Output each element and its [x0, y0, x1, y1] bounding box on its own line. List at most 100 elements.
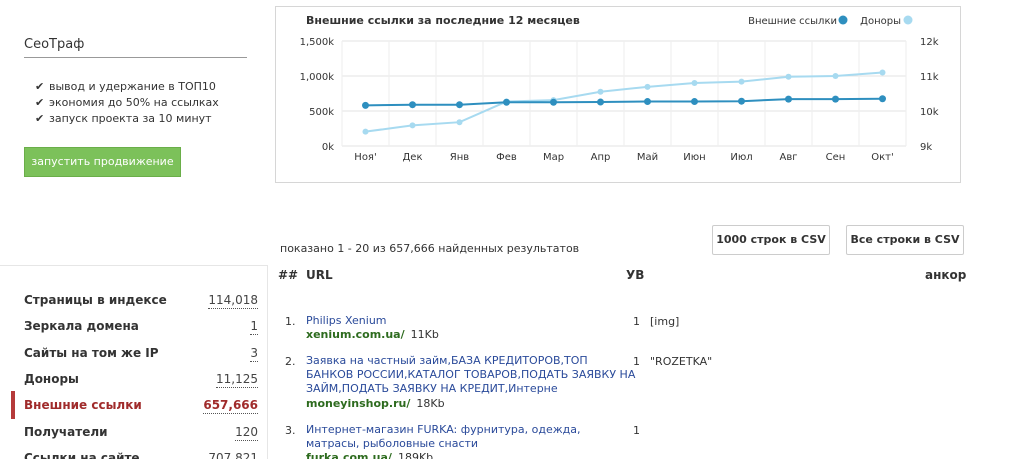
result-domain-row: furka.com.ua/189Kb: [306, 451, 433, 459]
result-title-line[interactable]: матрасы, рыболовные снасти: [306, 437, 580, 451]
result-title-link[interactable]: Philips Xenium: [306, 314, 387, 328]
data-point-external-links[interactable]: [597, 98, 604, 106]
result-title-link[interactable]: Заявка на частный займ,БАЗА КРЕДИТОРОВ,Т…: [306, 354, 635, 396]
export-1000-csv-button[interactable]: 1000 строк в CSV: [712, 225, 830, 255]
stat-external-links[interactable]: Внешние ссылки 657,666: [24, 398, 258, 418]
stat-donors[interactable]: Доноры 11,125: [24, 372, 258, 392]
stat-label[interactable]: Ссылки на сайте: [24, 451, 140, 459]
column-header-url[interactable]: URL: [306, 268, 333, 282]
result-domain-row: xenium.com.ua/11Kb: [306, 328, 439, 341]
y-right-tick-label: 10k: [920, 107, 939, 118]
stat-label[interactable]: Зеркала домена: [24, 319, 139, 333]
data-point-external-links[interactable]: [691, 98, 698, 106]
promo-title: СеоТраф: [24, 37, 85, 52]
stat-value[interactable]: 11,125: [216, 372, 258, 388]
data-point-donors[interactable]: [879, 69, 886, 76]
stat-pages-in-index[interactable]: Страницы в индексе 114,018: [24, 293, 258, 313]
data-point-donors[interactable]: [644, 83, 651, 90]
promo-feature-text: вывод и удержание в ТОП10: [49, 80, 216, 93]
result-domain-link[interactable]: moneyinshop.ru/: [306, 397, 410, 410]
stat-label[interactable]: Сайты на том же IP: [24, 346, 159, 360]
row-number: 3.: [285, 424, 296, 437]
stat-label[interactable]: Получатели: [24, 425, 108, 439]
data-point-external-links[interactable]: [550, 98, 557, 106]
results-count: показано 1 - 20 из 657,666 найденных рез…: [280, 242, 580, 255]
y-right-tick-label: 9k: [920, 142, 932, 153]
column-header-num: ##: [278, 268, 299, 282]
stat-label[interactable]: Внешние ссылки: [24, 398, 142, 412]
active-indicator: [11, 391, 15, 419]
y-right-tick-label: 12k: [920, 37, 939, 48]
column-header-uv[interactable]: УВ: [626, 268, 644, 282]
export-all-csv-button[interactable]: Все строки в CSV: [846, 225, 964, 255]
promo-feature-text: запуск проекта за 10 минут: [49, 112, 212, 125]
start-promotion-button[interactable]: запустить продвижение: [24, 147, 181, 177]
stat-value[interactable]: 707,821: [208, 451, 258, 459]
x-tick-label: Апр: [591, 152, 611, 163]
result-title-link[interactable]: Интернет-магазин FURKA: фурнитура, одежд…: [306, 423, 580, 451]
row-number: 1.: [285, 315, 296, 328]
legend-label-donors[interactable]: Доноры: [860, 16, 901, 27]
x-tick-label: Окт': [871, 152, 894, 163]
stat-label[interactable]: Страницы в индексе: [24, 293, 167, 307]
stat-domain-mirrors[interactable]: Зеркала домена 1: [24, 319, 258, 339]
data-point-external-links[interactable]: [503, 98, 510, 106]
result-title-line[interactable]: ЗАЙМ,ПОДАТЬ ЗАЯВКУ НА КРЕДИТ,Интерне: [306, 382, 635, 396]
y-left-tick-label: 500k: [309, 107, 334, 118]
data-point-external-links[interactable]: [832, 95, 839, 103]
x-tick-label: Авг: [780, 152, 798, 163]
data-point-external-links[interactable]: [785, 95, 792, 103]
chart-legend[interactable]: Внешние ссылки Доноры: [748, 15, 913, 28]
result-uv: 1: [633, 315, 640, 328]
data-point-donors[interactable]: [456, 119, 463, 126]
data-point-external-links[interactable]: [879, 95, 886, 103]
data-point-donors[interactable]: [785, 73, 792, 80]
checkmark-icon: ✔: [35, 112, 45, 125]
result-size: 11Kb: [410, 328, 439, 341]
promo-divider: [24, 57, 247, 58]
stat-value[interactable]: 3: [250, 346, 258, 362]
backlinks-chart: Внешние ссылки за последние 12 месяцев В…: [300, 14, 939, 163]
result-title-line[interactable]: Заявка на частный займ,БАЗА КРЕДИТОРОВ,Т…: [306, 354, 635, 368]
data-point-donors[interactable]: [597, 88, 604, 95]
data-point-external-links[interactable]: [738, 97, 745, 105]
legend-marker-donors: [903, 15, 913, 25]
promo-feature-text: экономия до 50% на ссылках: [49, 96, 219, 109]
column-header-anchor: анкор: [925, 268, 967, 282]
data-point-donors[interactable]: [691, 80, 698, 86]
result-domain-link[interactable]: xenium.com.ua/: [306, 328, 405, 341]
stat-recipients[interactable]: Получатели 120: [24, 425, 258, 445]
data-point-external-links[interactable]: [362, 101, 369, 109]
result-title-line[interactable]: Philips Xenium: [306, 314, 387, 328]
stat-same-ip-sites[interactable]: Сайты на том же IP 3: [24, 346, 258, 366]
result-anchor: "ROZETKA": [650, 355, 713, 368]
data-point-external-links[interactable]: [456, 101, 463, 109]
chart-panel: Внешние ссылки за последние 12 месяцев В…: [275, 6, 961, 183]
x-tick-label: Сен: [826, 152, 846, 163]
result-domain-row: moneyinshop.ru/18Kb: [306, 397, 445, 410]
data-point-external-links[interactable]: [409, 101, 416, 109]
stat-label[interactable]: Доноры: [24, 372, 79, 386]
stat-value[interactable]: 114,018: [208, 293, 258, 309]
data-point-donors[interactable]: [738, 78, 745, 85]
y-left-tick-label: 1,000k: [300, 72, 335, 83]
stat-links-on-site[interactable]: Ссылки на сайте 707,821: [24, 451, 258, 459]
result-domain-link[interactable]: furka.com.ua/: [306, 451, 392, 459]
data-point-donors[interactable]: [409, 122, 416, 129]
result-title-line[interactable]: Интернет-магазин FURKA: фурнитура, одежд…: [306, 423, 580, 437]
result-title-line[interactable]: БАНКОВ РОССИИ,КАТАЛОГ ТОВАРОВ,ПОДАТЬ ЗАЯ…: [306, 368, 635, 382]
data-point-donors[interactable]: [362, 128, 369, 135]
legend-label-external-links[interactable]: Внешние ссылки: [748, 16, 837, 27]
promo-feature: ✔ экономия до 50% на ссылках: [35, 96, 219, 109]
stat-value[interactable]: 657,666: [203, 398, 258, 414]
stat-value[interactable]: 120: [235, 425, 258, 441]
x-tick-label: Ноя': [354, 152, 376, 163]
y-left-tick-label: 0k: [322, 142, 334, 153]
checkmark-icon: ✔: [35, 80, 45, 93]
x-tick-label: Дек: [402, 152, 422, 163]
data-point-donors[interactable]: [832, 73, 839, 79]
result-uv: 1: [633, 355, 640, 368]
data-point-external-links[interactable]: [644, 98, 651, 106]
result-uv: 1: [633, 424, 640, 437]
stat-value[interactable]: 1: [250, 319, 258, 335]
